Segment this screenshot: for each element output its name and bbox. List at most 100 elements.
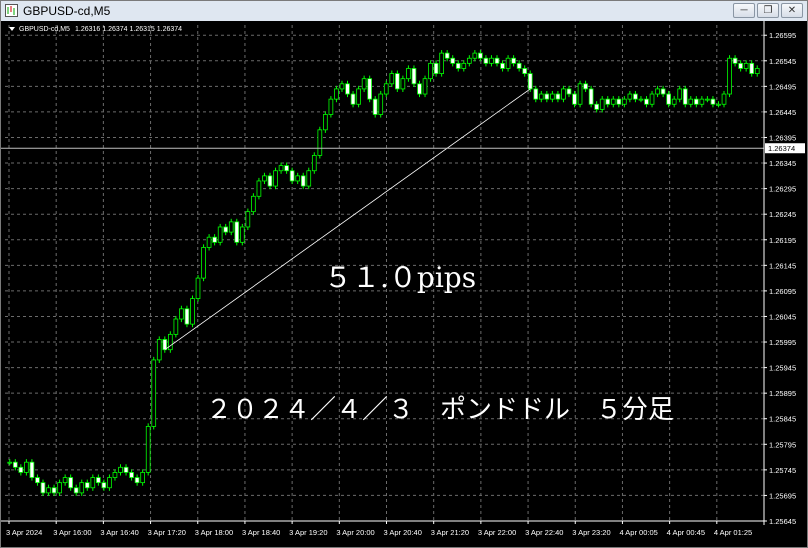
candle-body	[754, 68, 760, 74]
candle-body	[101, 482, 107, 489]
candle-body	[749, 62, 755, 74]
candle-body	[134, 477, 140, 484]
candle-body	[660, 88, 666, 95]
window-controls: ─ ❐ ✕	[733, 3, 803, 18]
candle-body	[682, 88, 688, 105]
candle-body	[195, 277, 201, 299]
minimize-button[interactable]: ─	[733, 3, 755, 18]
candle-body	[406, 68, 411, 80]
candle-body	[300, 175, 306, 187]
candle-body	[721, 93, 727, 105]
candle-body	[123, 466, 129, 473]
candle-body	[511, 57, 516, 64]
candle-body	[583, 83, 588, 90]
candle-body	[284, 165, 289, 172]
candle-body	[710, 98, 716, 105]
candle-body	[339, 83, 345, 90]
candle-body	[118, 466, 123, 473]
candle-body	[206, 236, 212, 248]
y-tick-label: 1.26345	[769, 159, 796, 168]
candle-body	[411, 68, 417, 85]
y-tick-label: 1.26195	[769, 236, 796, 245]
title-bar[interactable]: GBPUSD-cd,M5 ─ ❐ ✕	[1, 1, 807, 22]
x-tick-label: 3 Apr 18:40	[242, 528, 280, 537]
candle-body	[610, 98, 616, 105]
candle-body	[18, 466, 24, 473]
candle-body	[334, 88, 339, 100]
y-tick-label: 1.25945	[769, 364, 796, 373]
candle-body	[35, 477, 40, 484]
candle-body	[251, 195, 256, 213]
candle-body	[428, 62, 433, 80]
price-chart[interactable]: 1.26595 1.26545 1.26495 1.26445 1.26395 1.263…	[1, 21, 807, 547]
candle-body	[140, 472, 145, 484]
x-tick-label: 4 Apr 00:05	[619, 528, 657, 537]
candle-body	[223, 226, 229, 233]
x-tick-label: 3 Apr 20:00	[336, 528, 374, 537]
candle-body	[461, 62, 467, 69]
candle-body	[156, 339, 162, 361]
candle-body	[688, 98, 694, 105]
candle-body	[677, 88, 683, 100]
window-title: GBPUSD-cd,M5	[23, 4, 111, 18]
candle-body	[228, 221, 234, 233]
y-tick-label: 1.26245	[769, 210, 796, 219]
candle-body	[361, 78, 367, 90]
candle-body	[550, 93, 555, 100]
candle-body	[90, 477, 96, 489]
candle-body	[400, 78, 406, 90]
y-tick-label: 1.26595	[769, 31, 796, 40]
candle-body	[699, 98, 705, 105]
chart-symbol: GBPUSD-cd,M5	[19, 26, 70, 33]
candle-body	[84, 482, 90, 489]
close-button[interactable]: ✕	[781, 3, 803, 18]
candle-body	[367, 78, 372, 100]
y-tick-label: 1.26445	[769, 108, 796, 117]
candle-body	[372, 98, 378, 115]
candle-body	[466, 57, 472, 64]
chart-ohlc: 1.26316 1.26374 1.26315 1.26374	[75, 26, 182, 33]
y-tick-label: 1.26545	[769, 57, 796, 66]
candle-body	[12, 461, 18, 468]
candle-body	[57, 482, 62, 494]
candle-body	[478, 52, 483, 59]
candle-body	[705, 98, 710, 101]
candle-body	[533, 88, 539, 100]
candle-body	[96, 477, 101, 484]
y-tick-label: 1.25795	[769, 440, 796, 449]
candle-body	[24, 461, 29, 473]
candle-body	[107, 477, 112, 489]
candle-body	[356, 88, 361, 105]
candle-body	[239, 226, 245, 243]
candle-body	[516, 62, 522, 69]
candle-body	[666, 93, 671, 105]
candle-body	[345, 83, 350, 95]
candle-body	[145, 426, 151, 473]
candle-body	[129, 472, 134, 478]
y-tick-label: 1.25745	[769, 466, 796, 475]
x-tick-label: 4 Apr 01:25	[714, 528, 752, 537]
close-icon: ✕	[787, 5, 797, 16]
y-tick-label: 1.25645	[769, 517, 796, 526]
candle-body	[167, 333, 173, 351]
candle-body	[378, 93, 384, 115]
candle-body	[594, 103, 600, 110]
candle-body	[383, 83, 389, 95]
y-tick-label: 1.26145	[769, 261, 796, 270]
y-tick-label: 1.26395	[769, 133, 796, 142]
pips-annotation: ５１.０pips	[324, 261, 476, 294]
chart-header: GBPUSD-cd,M5 1.26316 1.26374 1.26315 1.2…	[9, 26, 182, 33]
candle-body	[350, 93, 356, 105]
candle-body	[455, 62, 461, 69]
candle-body	[306, 170, 312, 187]
chart-window: GBPUSD-cd,M5 ─ ❐ ✕ 1.26595 1.26545 1.26495…	[0, 0, 808, 548]
restore-button[interactable]: ❐	[757, 3, 779, 18]
candle-body	[328, 98, 334, 115]
restore-icon: ❐	[763, 5, 773, 16]
x-tick-label: 4 Apr 00:45	[667, 528, 705, 537]
x-tick-label: 3 Apr 19:20	[289, 528, 327, 537]
x-tick-label: 3 Apr 22:00	[478, 528, 516, 537]
candle-body	[633, 93, 638, 100]
y-tick-label: 1.25695	[769, 491, 796, 500]
candle-body	[555, 93, 561, 100]
